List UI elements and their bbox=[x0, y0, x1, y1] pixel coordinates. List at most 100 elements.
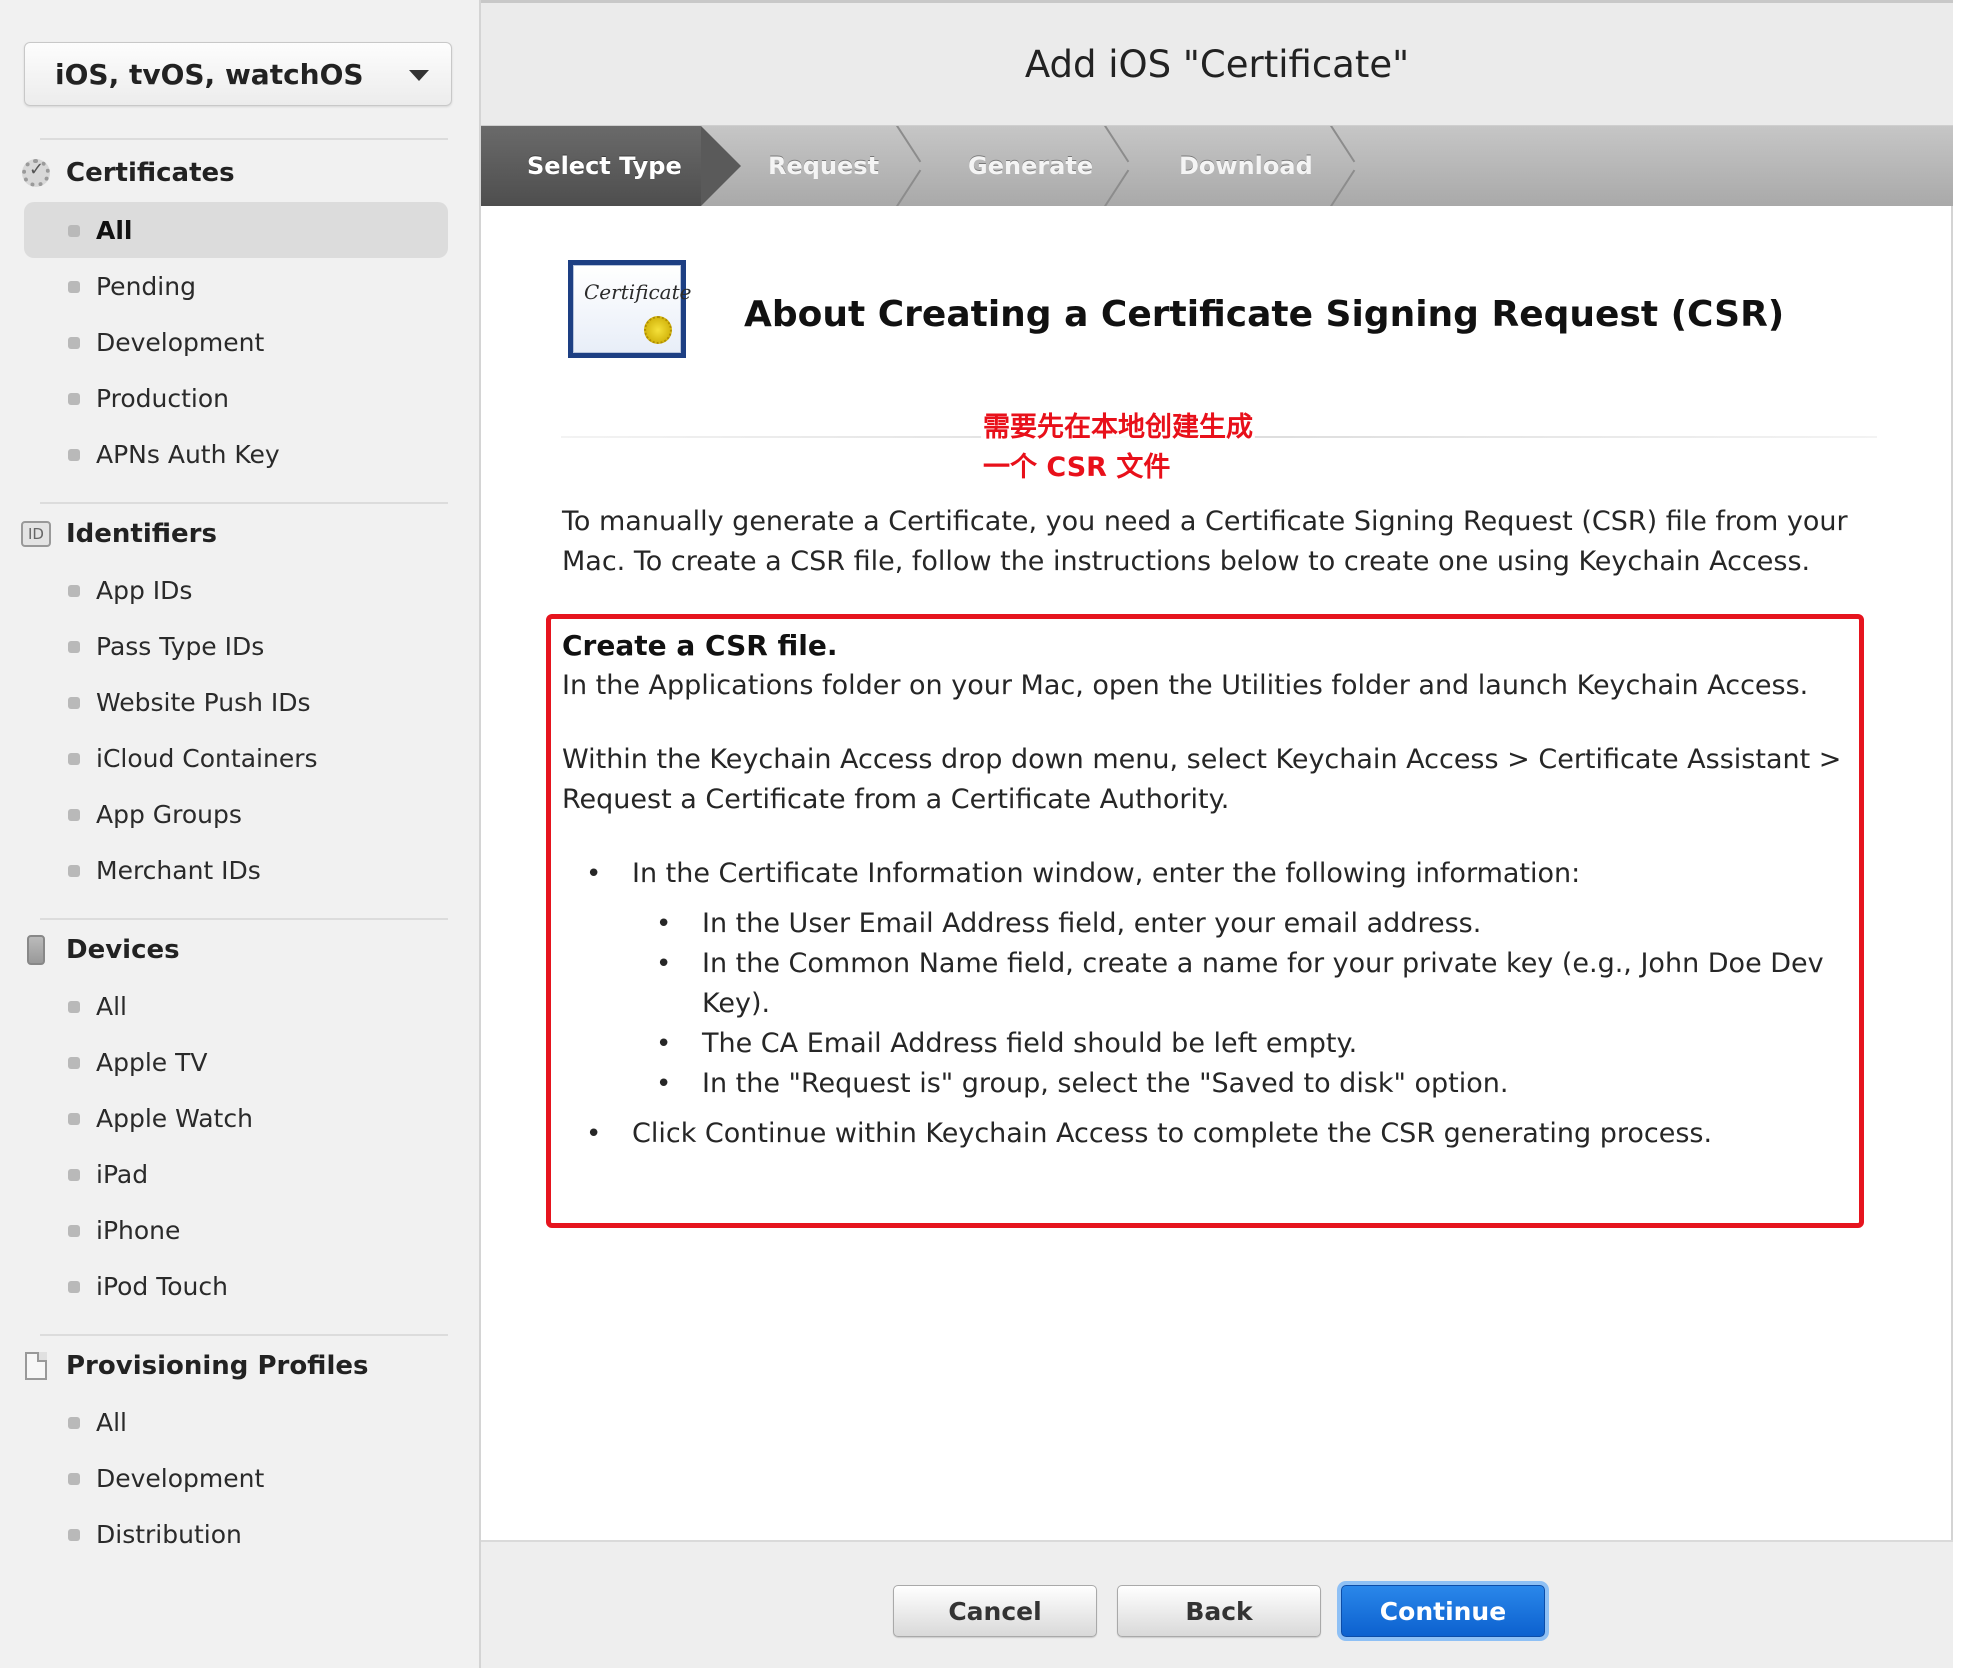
sidebar-item-apple-watch[interactable]: Apple Watch bbox=[24, 1090, 448, 1146]
bullet-icon bbox=[68, 1001, 80, 1013]
sidebar-item-development[interactable]: Development bbox=[24, 314, 448, 370]
divider bbox=[40, 1334, 448, 1336]
instruction-paragraph: Within the Keychain Access drop down men… bbox=[562, 744, 1842, 815]
sidebar-item-merchant-ids[interactable]: Merchant IDs bbox=[24, 842, 448, 898]
id-icon: ID bbox=[20, 518, 52, 550]
sidebar-item-app-ids[interactable]: App IDs bbox=[24, 562, 448, 618]
sidebar-item-profiles-distribution[interactable]: Distribution bbox=[24, 1506, 448, 1562]
sidebar-item-ipad[interactable]: iPad bbox=[24, 1146, 448, 1202]
seal-icon bbox=[644, 316, 672, 344]
sidebar-item-pending[interactable]: Pending bbox=[24, 258, 448, 314]
bullet-icon bbox=[68, 1225, 80, 1237]
device-icon bbox=[20, 934, 52, 966]
platform-dropdown[interactable]: iOS, tvOS, watchOS bbox=[24, 42, 452, 106]
step-label: Generate bbox=[968, 152, 1094, 180]
section-title: Identifiers bbox=[66, 519, 217, 549]
sidebar-item-label: Merchant IDs bbox=[96, 855, 261, 885]
sidebar-item-label: iCloud Containers bbox=[96, 743, 318, 773]
list-item-text: In the Certificate Information window, e… bbox=[632, 858, 1581, 889]
sidebar-item-app-groups[interactable]: App Groups bbox=[24, 786, 448, 842]
list-item: Click Continue within Keychain Access to… bbox=[562, 1114, 1882, 1154]
instructions: Create a CSR file. In the Applications f… bbox=[562, 626, 1882, 1154]
sidebar-item-label: iPod Touch bbox=[96, 1271, 228, 1301]
sidebar-item-label: APNs Auth Key bbox=[96, 439, 280, 469]
sidebar-item-ipod-touch[interactable]: iPod Touch bbox=[24, 1258, 448, 1314]
bullet-icon bbox=[68, 1281, 80, 1293]
sidebar-item-label: Pass Type IDs bbox=[96, 631, 265, 661]
sidebar-item-apple-tv[interactable]: Apple TV bbox=[24, 1034, 448, 1090]
sidebar-item-label: App IDs bbox=[96, 575, 193, 605]
bullet-icon bbox=[68, 225, 80, 237]
sub-list: In the User Email Address field, enter y… bbox=[632, 904, 1882, 1104]
section-certificates: Certificates bbox=[20, 153, 235, 193]
instruction-list: In the Certificate Information window, e… bbox=[562, 854, 1882, 1154]
bullet-icon bbox=[68, 393, 80, 405]
bullet-icon bbox=[68, 281, 80, 293]
bullet-icon bbox=[68, 1473, 80, 1485]
sidebar-item-profiles-development[interactable]: Development bbox=[24, 1450, 448, 1506]
sidebar-item-certificates-all[interactable]: All bbox=[24, 202, 448, 258]
sub-list-item: In the Common Name field, create a name … bbox=[632, 944, 1882, 1024]
sidebar-item-pass-type-ids[interactable]: Pass Type IDs bbox=[24, 618, 448, 674]
sidebar-item-label: App Groups bbox=[96, 799, 242, 829]
title-bar: Add iOS "Certificate" bbox=[481, 0, 1953, 126]
bullet-icon bbox=[68, 449, 80, 461]
section-identifiers: ID Identifiers bbox=[20, 514, 217, 554]
bullet-icon bbox=[68, 697, 80, 709]
divider bbox=[40, 138, 448, 140]
sidebar-item-label: Production bbox=[96, 383, 230, 413]
app-window: iOS, tvOS, watchOS Certificates All Pend… bbox=[0, 0, 1980, 1668]
continue-button[interactable]: Continue bbox=[1341, 1585, 1545, 1637]
sub-list-item: In the User Email Address field, enter y… bbox=[632, 904, 1882, 944]
instruction-paragraph: In the Applications folder on your Mac, … bbox=[562, 670, 1809, 701]
bullet-icon bbox=[68, 1113, 80, 1125]
bullet-icon bbox=[68, 809, 80, 821]
cancel-button[interactable]: Cancel bbox=[893, 1585, 1097, 1637]
section-title: Devices bbox=[66, 935, 180, 965]
step-progress-bar: Select Type Request Generate Download bbox=[481, 126, 1953, 206]
sidebar-item-label: Pending bbox=[96, 271, 196, 301]
certificate-image: Certificate bbox=[568, 260, 691, 358]
chevron-down-icon bbox=[409, 70, 429, 81]
page-title: Add iOS "Certificate" bbox=[1024, 42, 1410, 86]
sidebar-item-label: iPhone bbox=[96, 1215, 181, 1245]
certificate-image-text: Certificate bbox=[584, 280, 692, 304]
sidebar-item-label: All bbox=[96, 215, 133, 245]
intro-text: To manually generate a Certificate, you … bbox=[562, 506, 1848, 577]
section-title: Provisioning Profiles bbox=[66, 1351, 369, 1381]
section-provisioning-profiles: Provisioning Profiles bbox=[20, 1346, 368, 1386]
divider bbox=[40, 918, 448, 920]
sidebar-item-website-push-ids[interactable]: Website Push IDs bbox=[24, 674, 448, 730]
bullet-icon bbox=[68, 337, 80, 349]
sidebar-item-label: Apple TV bbox=[96, 1047, 208, 1077]
sidebar-item-label: Development bbox=[96, 327, 265, 357]
chevron-right-icon bbox=[1328, 126, 1358, 206]
footer-bar: Cancel Back Continue bbox=[481, 1540, 1953, 1668]
sidebar-item-icloud-containers[interactable]: iCloud Containers bbox=[24, 730, 448, 786]
sidebar-item-profiles-all[interactable]: All bbox=[24, 1394, 448, 1450]
bullet-icon bbox=[68, 1169, 80, 1181]
sidebar-item-apns-auth-key[interactable]: APNs Auth Key bbox=[24, 426, 448, 482]
bullet-icon bbox=[68, 1417, 80, 1429]
section-title: Certificates bbox=[66, 158, 235, 188]
divider bbox=[40, 502, 448, 504]
instructions-heading: Create a CSR file. bbox=[562, 629, 838, 662]
sub-list-item: The CA Email Address field should be lef… bbox=[632, 1024, 1882, 1064]
sidebar-item-iphone[interactable]: iPhone bbox=[24, 1202, 448, 1258]
sidebar-item-label: Development bbox=[96, 1463, 265, 1493]
section-devices: Devices bbox=[20, 930, 180, 970]
bullet-icon bbox=[68, 753, 80, 765]
sidebar-item-devices-all[interactable]: All bbox=[24, 978, 448, 1034]
sidebar-item-production[interactable]: Production bbox=[24, 370, 448, 426]
bullet-icon bbox=[68, 641, 80, 653]
back-button[interactable]: Back bbox=[1117, 1585, 1321, 1637]
sub-list-item: In the "Request is" group, select the "S… bbox=[632, 1064, 1882, 1104]
document-icon bbox=[20, 1350, 52, 1382]
list-item: In the Certificate Information window, e… bbox=[562, 854, 1882, 1104]
chevron-right-icon bbox=[1102, 126, 1132, 206]
annotation-line: 一个 CSR 文件 bbox=[983, 452, 1171, 483]
bullet-icon bbox=[68, 865, 80, 877]
content-area: Certificate About Creating a Certificate… bbox=[481, 206, 1953, 1540]
bullet-icon bbox=[68, 1529, 80, 1541]
step-label: Request bbox=[768, 152, 880, 180]
